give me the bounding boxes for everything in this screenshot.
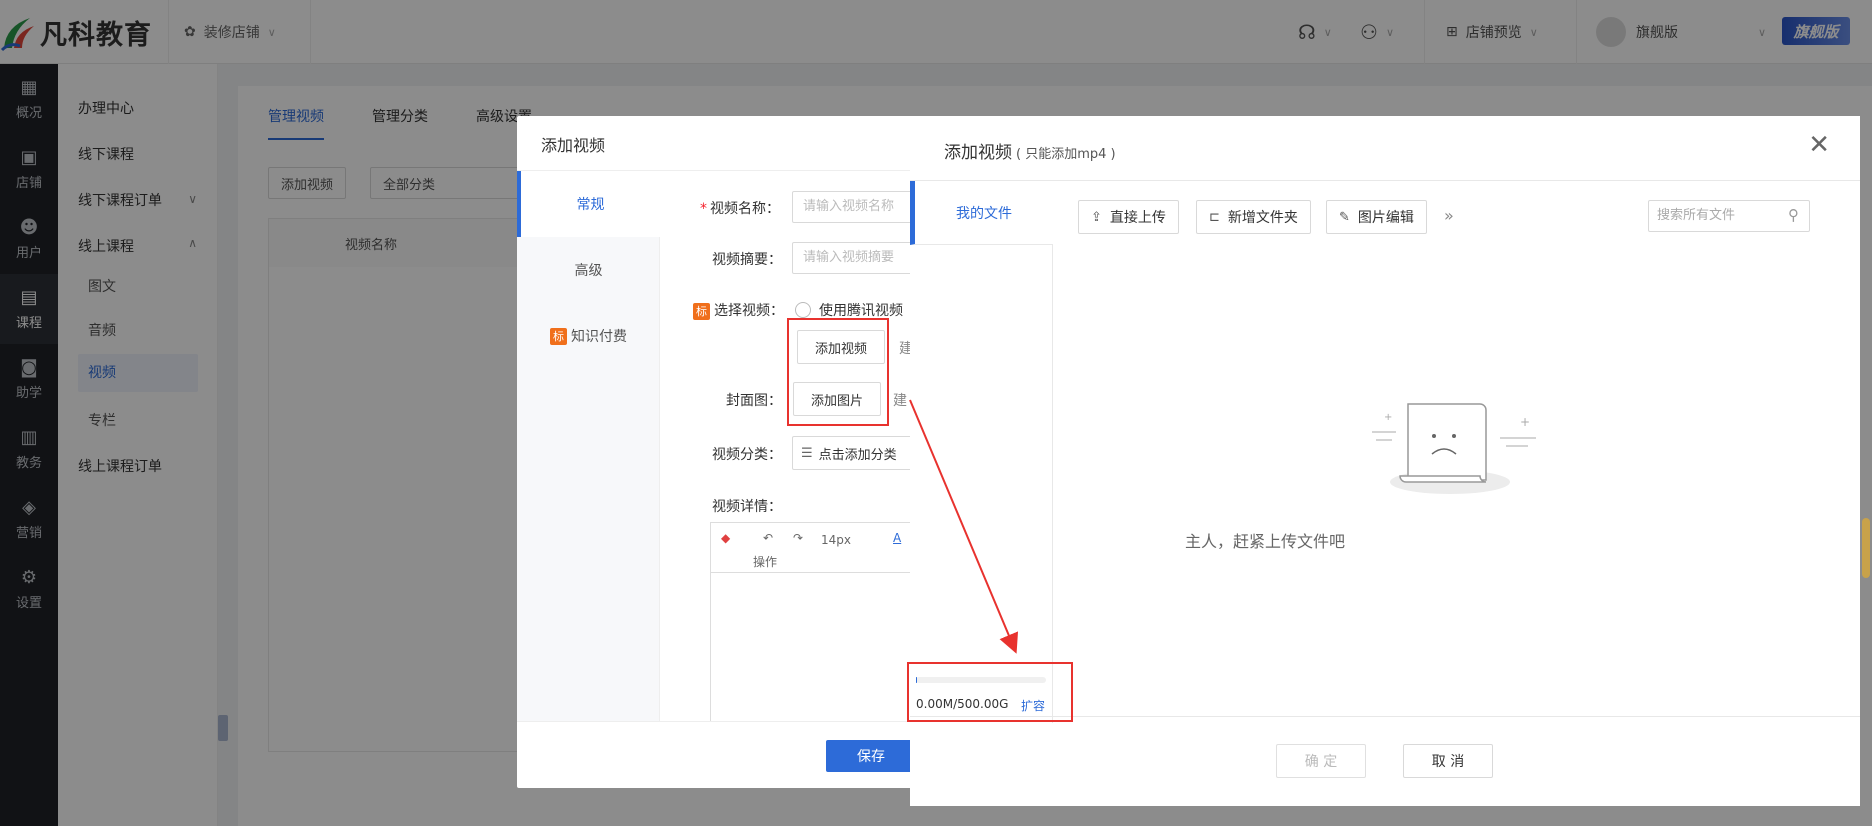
section-general[interactable]: 常规 bbox=[517, 171, 660, 237]
eraser-icon[interactable]: ◆ bbox=[721, 531, 730, 545]
folder-add-icon: ⊏ bbox=[1209, 209, 1220, 225]
divider bbox=[517, 721, 917, 722]
dialog-title: 添加视频 bbox=[541, 136, 606, 155]
button-label: 图片编辑 bbox=[1357, 210, 1414, 226]
empty-state-illustration: + + bbox=[1372, 403, 1536, 494]
video-category-label: 视频分类： bbox=[712, 447, 782, 463]
video-name-input[interactable]: 请输入视频名称 bbox=[792, 191, 917, 223]
search-input[interactable]: 搜索所有文件 bbox=[1648, 200, 1810, 232]
save-button[interactable]: 保存 bbox=[826, 740, 916, 772]
confirm-button[interactable]: 确 定 bbox=[1276, 744, 1366, 778]
pro-badge: 标 bbox=[550, 327, 567, 345]
search-icon[interactable]: ⚲ bbox=[1788, 206, 1799, 224]
button-label: 新增文件夹 bbox=[1227, 210, 1298, 226]
label-text: 视频名称： bbox=[710, 201, 780, 217]
cancel-button[interactable]: 取 消 bbox=[1403, 744, 1493, 778]
add-category-button[interactable]: ☰ 点击添加分类 bbox=[792, 436, 917, 470]
new-folder-button[interactable]: ⊏ 新增文件夹 bbox=[1196, 200, 1311, 234]
tab-my-files[interactable]: 我的文件 bbox=[910, 181, 1053, 245]
select-video-label: 标选择视频： bbox=[693, 300, 784, 320]
video-detail-label: 视频详情： bbox=[712, 499, 782, 515]
annotation-highlight-box bbox=[787, 318, 889, 426]
title-note: ( 只能添加mp4 ) bbox=[1016, 147, 1116, 162]
section-advanced[interactable]: 高级 bbox=[517, 237, 660, 303]
toolbar-group-label: 操作 bbox=[753, 555, 778, 569]
hint-text: 建 bbox=[893, 393, 907, 409]
dialog-title: 添加视频 ( 只能添加mp4 ) bbox=[944, 138, 1116, 163]
undo-icon[interactable]: ↶ bbox=[763, 531, 773, 545]
label-text: 选择视频： bbox=[714, 303, 784, 319]
section-label: 知识付费 bbox=[571, 329, 627, 345]
required-marker: * bbox=[700, 201, 707, 217]
list-icon: ☰ bbox=[801, 445, 813, 461]
annotation-highlight-box bbox=[907, 662, 1073, 722]
title-text: 添加视频 bbox=[944, 143, 1012, 163]
svg-text:+: + bbox=[1520, 415, 1530, 429]
add-video-form-dialog: 添加视频 常规 高级 标 知识付费 * 视频名称： 请输入视频名称 视频摘要： 请… bbox=[517, 116, 917, 788]
pro-badge: 标 bbox=[693, 303, 710, 320]
tencent-video-label: 使用腾讯视频 bbox=[819, 303, 903, 319]
video-summary-input[interactable]: 请输入视频摘要 bbox=[792, 242, 917, 274]
video-name-label: * 视频名称： bbox=[700, 198, 780, 218]
empty-state-text: 主人，赶紧上传文件吧 bbox=[1184, 532, 1345, 551]
video-summary-label: 视频摘要： bbox=[712, 252, 782, 268]
section-paid-knowledge[interactable]: 标 知识付费 bbox=[517, 303, 660, 369]
page-scrollbar[interactable] bbox=[1862, 518, 1870, 578]
cover-label: 封面图： bbox=[726, 393, 782, 409]
button-label: 直接上传 bbox=[1109, 210, 1166, 226]
button-label: 点击添加分类 bbox=[818, 447, 897, 463]
close-icon[interactable]: ✕ bbox=[1808, 132, 1830, 158]
upload-icon: ⇪ bbox=[1091, 209, 1102, 225]
file-sidebar: 我的文件 0.00M/500.00G 扩容 bbox=[910, 181, 1053, 723]
double-chevron-right-icon[interactable]: » bbox=[1444, 206, 1454, 225]
direct-upload-button[interactable]: ⇪ 直接上传 bbox=[1078, 200, 1179, 234]
rich-text-editor[interactable]: ◆ ↶ ↷ 14px A 操作 bbox=[710, 522, 917, 722]
tencent-video-radio[interactable] bbox=[795, 302, 811, 318]
form-section-nav: 常规 高级 标 知识付费 bbox=[517, 171, 660, 721]
edit-icon: ✎ bbox=[1339, 209, 1350, 225]
svg-text:+: + bbox=[1384, 412, 1392, 423]
image-edit-button[interactable]: ✎ 图片编辑 bbox=[1326, 200, 1427, 234]
